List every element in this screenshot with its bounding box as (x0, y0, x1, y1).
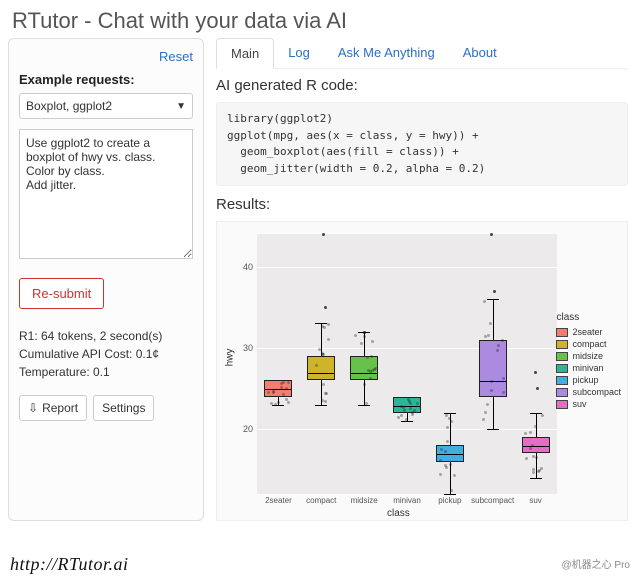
tab-about[interactable]: About (449, 38, 511, 68)
results-heading: Results: (216, 196, 628, 213)
legend-label: pickup (572, 375, 598, 385)
legend-swatch (556, 376, 568, 385)
page-title: RTutor - Chat with your data via AI (0, 0, 640, 38)
legend-swatch (556, 328, 568, 337)
code-block: library(ggplot2) ggplot(mpg, aes(x = cla… (216, 102, 628, 186)
chevron-down-icon: ▼ (176, 101, 186, 112)
y-tick: 30 (239, 343, 253, 353)
x-axis-label: class (387, 508, 410, 519)
legend-swatch (556, 364, 568, 373)
stats-cost: Cumulative API Cost: 0.1¢ (19, 345, 193, 363)
tab-log[interactable]: Log (274, 38, 324, 68)
x-tick: pickup (438, 496, 461, 505)
reset-link[interactable]: Reset (159, 49, 193, 64)
y-tick: 20 (239, 424, 253, 434)
footer-url: http://RTutor.ai (10, 554, 129, 575)
legend-label: minivan (572, 363, 603, 373)
watermark: @机器之心 Pro (562, 556, 631, 571)
legend-item: minivan (556, 363, 621, 373)
plot-area (257, 234, 557, 494)
request-textarea[interactable] (19, 129, 193, 259)
legend-item: 2seater (556, 327, 621, 337)
results-plot: hwy class class 2seater compact midsize min… (216, 221, 628, 521)
stats-tokens: R1: 64 tokens, 2 second(s) (19, 327, 193, 345)
x-tick: compact (306, 496, 336, 505)
legend-item: suv (556, 399, 621, 409)
legend-item: subcompact (556, 387, 621, 397)
legend-label: suv (572, 399, 586, 409)
tab-bar: Main Log Ask Me Anything About (216, 38, 628, 69)
main-panel: Main Log Ask Me Anything About AI genera… (212, 38, 632, 521)
report-button[interactable]: ⇩ Report (19, 395, 87, 421)
settings-button[interactable]: Settings (93, 395, 154, 421)
download-icon: ⇩ (28, 401, 38, 415)
example-requests-label: Example requests: (19, 72, 193, 87)
legend-swatch (556, 340, 568, 349)
x-tick: 2seater (265, 496, 292, 505)
x-tick: subcompact (471, 496, 514, 505)
stats-block: R1: 64 tokens, 2 second(s) Cumulative AP… (19, 327, 193, 381)
legend-item: midsize (556, 351, 621, 361)
y-axis-label: hwy (224, 349, 235, 367)
x-tick: minivan (393, 496, 421, 505)
code-heading: AI generated R code: (216, 77, 628, 94)
legend-swatch (556, 388, 568, 397)
legend-swatch (556, 352, 568, 361)
legend-item: compact (556, 339, 621, 349)
x-tick: midsize (351, 496, 378, 505)
example-select-value: Boxplot, ggplot2 (26, 99, 112, 113)
x-tick: suv (529, 496, 541, 505)
legend: class 2seater compact midsize minivan pickup… (556, 312, 621, 411)
resubmit-button[interactable]: Re-submit (19, 278, 104, 309)
y-tick: 40 (239, 262, 253, 272)
legend-label: subcompact (572, 387, 621, 397)
legend-label: midsize (572, 351, 603, 361)
sidebar: Reset Example requests: Boxplot, ggplot2… (8, 38, 204, 521)
legend-swatch (556, 400, 568, 409)
legend-label: compact (572, 339, 606, 349)
legend-item: pickup (556, 375, 621, 385)
tab-ama[interactable]: Ask Me Anything (324, 38, 449, 68)
report-label: Report (42, 401, 78, 415)
stats-temperature: Temperature: 0.1 (19, 363, 193, 381)
tab-main[interactable]: Main (216, 38, 274, 69)
legend-title: class (556, 312, 621, 323)
legend-label: 2seater (572, 327, 602, 337)
example-select[interactable]: Boxplot, ggplot2 ▼ (19, 93, 193, 119)
